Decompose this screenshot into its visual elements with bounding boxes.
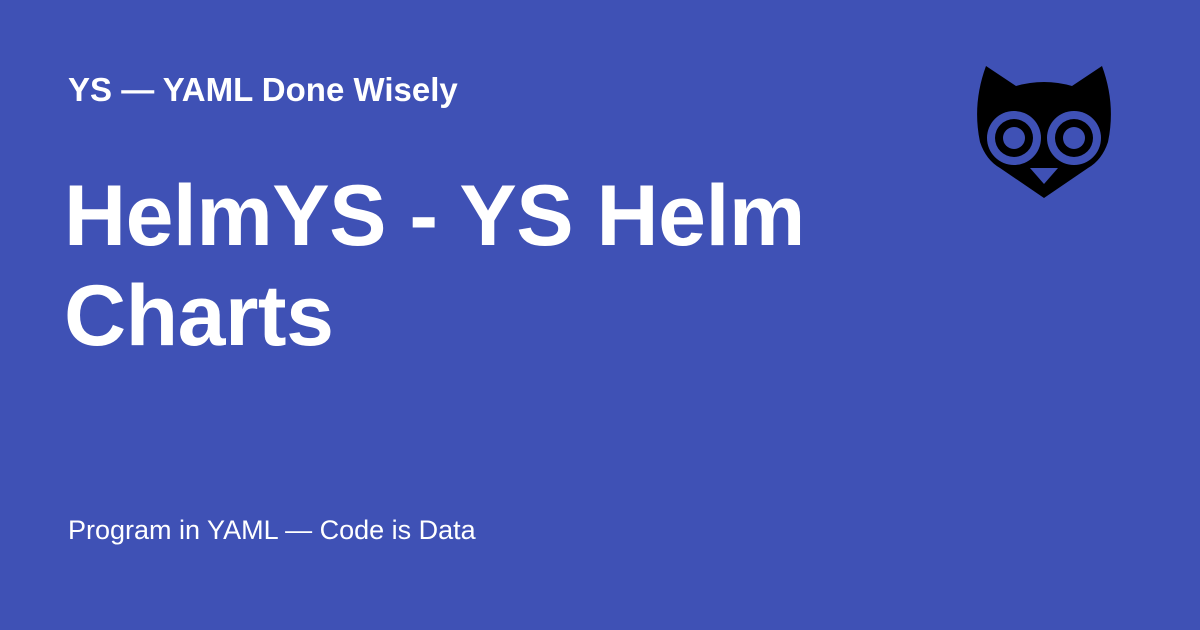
owl-logo — [976, 64, 1112, 200]
owl-icon — [977, 66, 1111, 198]
tagline: Program in YAML — Code is Data — [68, 515, 476, 545]
site-name: YS — YAML Done Wisely — [68, 71, 458, 108]
page-title: HelmYS - YS Helm Charts — [64, 168, 805, 364]
social-card: YS — YAML Done Wisely HelmYS - YS Helm C… — [0, 0, 1200, 630]
